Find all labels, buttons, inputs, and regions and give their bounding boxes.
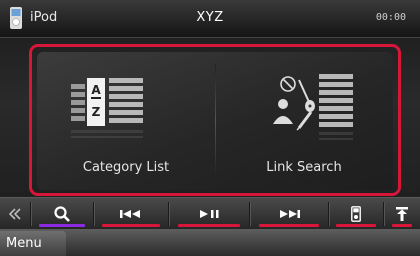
next-indicator xyxy=(259,224,319,227)
svg-text:A: A xyxy=(91,83,101,97)
ipod-source-screen: iPod XYZ 00:00 A Z Category List Link Se… xyxy=(0,0,420,256)
play-indicator xyxy=(178,224,240,227)
link-search-label: Link Search xyxy=(266,160,342,175)
previous-indicator xyxy=(102,224,160,227)
search-button[interactable] xyxy=(31,198,93,230)
category-list-icon: A Z xyxy=(71,78,143,138)
menu-button[interactable]: Menu xyxy=(0,231,66,256)
category-list-label: Category List xyxy=(82,160,170,175)
ipod-control-button[interactable] xyxy=(329,198,383,230)
next-track-icon xyxy=(280,210,300,218)
svg-text:Z: Z xyxy=(92,105,101,119)
control-bar xyxy=(0,197,420,229)
collapse-button[interactable] xyxy=(0,198,30,230)
category-list-button[interactable]: A Z Category List xyxy=(37,52,215,190)
next-track-button[interactable] xyxy=(250,198,328,230)
link-search-icon xyxy=(273,74,353,140)
search-indicator xyxy=(39,224,85,227)
eject-icon xyxy=(396,207,408,221)
menu-bar: Menu xyxy=(0,229,420,256)
play-pause-button[interactable] xyxy=(169,198,249,230)
search-mode-panel: A Z Category List Link Search xyxy=(37,52,393,190)
ipod-device-icon xyxy=(351,206,361,222)
clock: 00:00 xyxy=(375,12,406,23)
track-title: XYZ xyxy=(196,10,224,25)
play-pause-icon xyxy=(200,210,219,218)
eject-button[interactable] xyxy=(384,198,420,230)
link-search-button[interactable]: Link Search xyxy=(215,52,393,190)
previous-track-icon xyxy=(120,210,140,218)
ipod-indicator xyxy=(336,224,376,227)
search-icon xyxy=(54,206,70,222)
collapse-icon xyxy=(8,208,21,220)
previous-track-button[interactable] xyxy=(94,198,168,230)
status-bar: iPod XYZ 00:00 xyxy=(0,0,420,38)
eject-indicator xyxy=(392,224,412,227)
